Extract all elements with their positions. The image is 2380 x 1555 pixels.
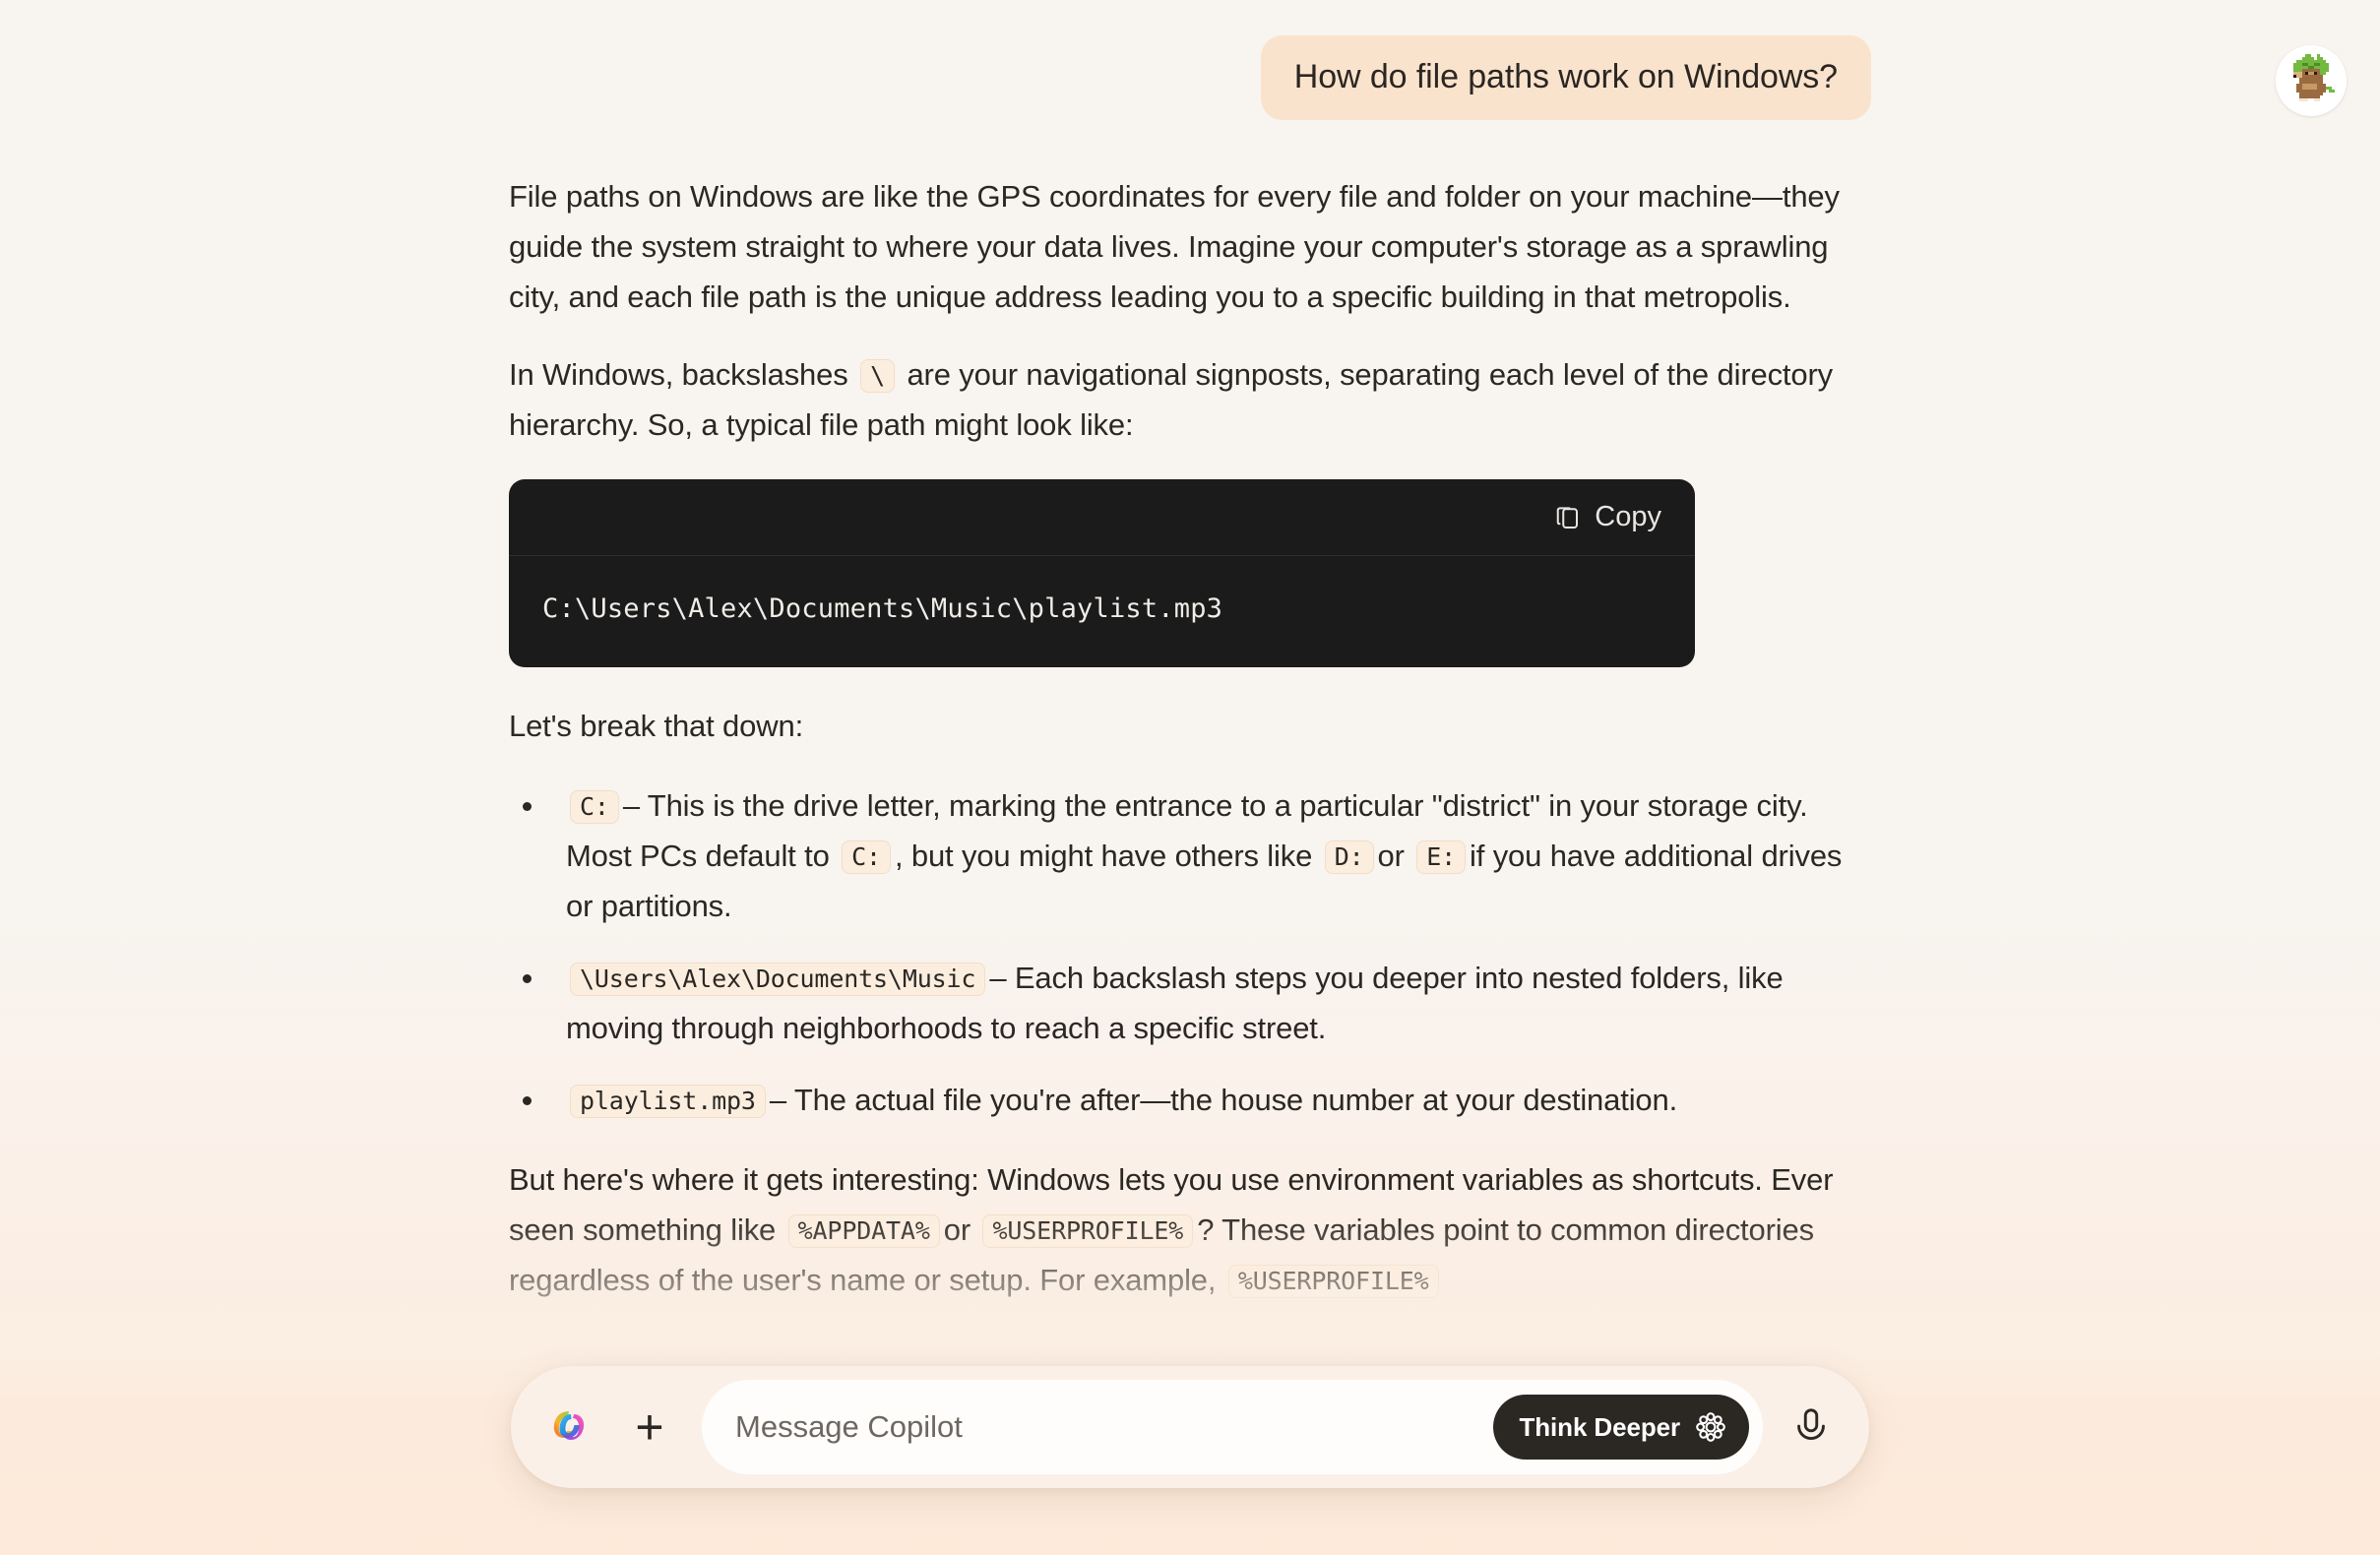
- assistant-message: File paths on Windows are like the GPS c…: [501, 171, 1879, 1305]
- code-block-header: Copy: [509, 479, 1695, 556]
- inline-code-folder-path: \Users\Alex\Documents\Music: [570, 963, 986, 996]
- copy-icon: [1552, 503, 1582, 532]
- message-composer: + Think Deeper: [511, 1366, 1869, 1488]
- code-block-content: C:\Users\Alex\Documents\Music\playlist.m…: [542, 593, 1223, 624]
- paragraph-2-text-a: In Windows, backslashes: [509, 357, 848, 392]
- inline-code-backslash: \: [860, 359, 895, 393]
- conversation-scroll-area[interactable]: How do file paths work on Windows? File …: [0, 0, 2380, 1398]
- list-item: C: – This is the drive letter, marking th…: [509, 780, 1851, 931]
- inline-code-userprofile-2: %USERPROFILE%: [1227, 1265, 1439, 1298]
- list-item: playlist.mp3– The actual file you're aft…: [509, 1075, 1851, 1125]
- breakdown-list: C: – This is the drive letter, marking th…: [509, 780, 1851, 1125]
- think-deeper-button[interactable]: Think Deeper: [1493, 1395, 1749, 1460]
- code-block: Copy C:\Users\Alex\Documents\Music\playl…: [509, 479, 1695, 667]
- think-deeper-label: Think Deeper: [1519, 1411, 1680, 1442]
- assistant-paragraph-3: But here's where it gets interesting: Wi…: [509, 1154, 1851, 1305]
- copilot-logo-icon: [547, 1402, 595, 1453]
- microphone-button[interactable]: [1775, 1391, 1848, 1463]
- inline-code-userprofile-1: %USERPROFILE%: [982, 1214, 1194, 1248]
- bullet-1-text-3: or: [1377, 839, 1405, 873]
- assistant-paragraph-2: In Windows, backslashes \ are your navig…: [509, 349, 1851, 450]
- list-item: \Users\Alex\Documents\Music – Each backsl…: [509, 953, 1851, 1053]
- message-input[interactable]: [735, 1380, 1494, 1474]
- paragraph-3-text-b: or: [943, 1213, 971, 1247]
- message-input-shell[interactable]: Think Deeper: [702, 1380, 1763, 1474]
- inline-code-drive-c-1: C:: [570, 790, 619, 824]
- bullet-1-text-2: , but you might have others like: [894, 839, 1313, 873]
- assistant-paragraph-1: File paths on Windows are like the GPS c…: [509, 179, 1840, 314]
- copilot-logo-button[interactable]: [534, 1391, 607, 1463]
- user-message-row: How do file paths work on Windows?: [501, 35, 1879, 120]
- rosette-icon: [1694, 1410, 1727, 1444]
- inline-code-filename: playlist.mp3: [570, 1085, 766, 1118]
- microphone-icon: [1788, 1404, 1834, 1450]
- composer-container: + Think Deeper: [0, 1366, 2380, 1488]
- inline-code-appdata: %APPDATA%: [787, 1214, 940, 1248]
- bullet-dot-icon: [523, 802, 532, 811]
- copy-button-label: Copy: [1595, 501, 1661, 532]
- bullet-dot-icon: [523, 974, 532, 983]
- add-attachment-button[interactable]: +: [613, 1391, 686, 1463]
- bullet-dot-icon: [523, 1096, 532, 1105]
- copy-button[interactable]: Copy: [1548, 495, 1665, 539]
- plus-icon: +: [635, 1400, 664, 1455]
- bullet-3-text-1: – The actual file you're after—the house…: [769, 1083, 1678, 1117]
- inline-code-drive-e: E:: [1416, 840, 1467, 874]
- breakdown-intro: Let's break that down:: [509, 709, 804, 743]
- user-message-bubble: How do file paths work on Windows?: [1260, 35, 1871, 120]
- inline-code-drive-c-2: C:: [842, 840, 891, 874]
- inline-code-drive-d: D:: [1324, 840, 1374, 874]
- message-thread: How do file paths work on Windows? File …: [501, 35, 1879, 1305]
